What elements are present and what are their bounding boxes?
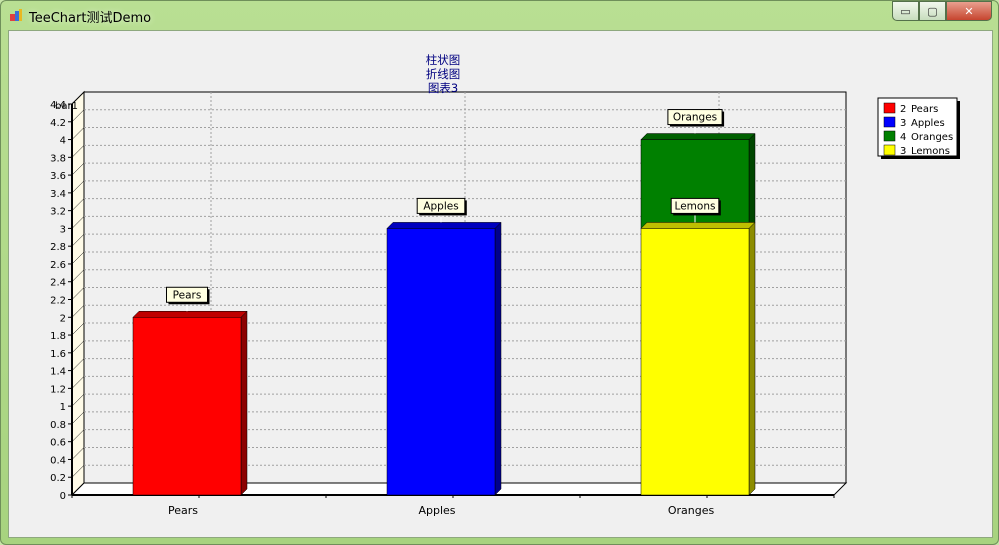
bar-side (748, 132, 756, 230)
mark-text: Apples (423, 200, 458, 212)
y-tick-label: 3.6 (50, 171, 66, 182)
y-tick-label: 2.4 (50, 278, 66, 289)
y-tick-label: 0.6 (50, 438, 66, 449)
y-tick-label: 1.8 (50, 331, 66, 342)
y-tick-label: 1.4 (50, 367, 66, 378)
chart-title-line: 折线图 (426, 67, 461, 81)
bar-side (748, 221, 756, 496)
legend-swatch (883, 144, 896, 156)
x-tick-label: Oranges (668, 504, 715, 517)
minimize-button[interactable]: ▭ (892, 1, 919, 21)
y-tick-label: 0.2 (50, 473, 66, 484)
legend-name: Pears (911, 104, 938, 115)
bar-side (240, 310, 248, 496)
app-window: TeeChart测试Demo ▭ ▢ ✕ 0 0.2 0.4 0.6 0.8 1 1.2 1.… (0, 0, 999, 545)
x-tick-label: Apples (418, 504, 455, 517)
bar-top (132, 311, 248, 318)
tee-chart[interactable]: 0 0.2 0.4 0.6 0.8 1 1.2 1.4 1.6 1.8 2 2.2 2.4 2.6 2.8 3… (9, 31, 992, 537)
bar-lemons (640, 221, 756, 496)
mark-text: Pears (173, 289, 202, 301)
y-tick-label: 0.4 (50, 455, 66, 466)
bar-side (494, 221, 502, 496)
bar-face (386, 228, 496, 496)
legend-swatch (883, 130, 896, 142)
y-tick-label: 1.2 (50, 384, 66, 395)
legend-name: Lemons (911, 146, 950, 157)
y-tick-label: 2.8 (50, 242, 66, 253)
y-tick-label: 3.8 (50, 153, 66, 164)
legend-name: Apples (911, 118, 945, 129)
y-tick-label: 1.6 (50, 349, 66, 360)
maximize-button[interactable]: ▢ (919, 1, 946, 21)
legend-swatch (883, 102, 896, 114)
y-tick-label: 4 (60, 136, 66, 147)
bar-apples (386, 221, 502, 496)
mark-text: Oranges (673, 112, 717, 124)
bar-pears (132, 310, 248, 496)
bar-top (640, 222, 756, 229)
close-button[interactable]: ✕ (946, 1, 992, 21)
y-tick-label: 3.2 (50, 207, 66, 218)
chart-title-line: 图表3 (428, 81, 458, 95)
legend-value: 3 (900, 118, 906, 129)
legend-name: Oranges (911, 132, 953, 143)
y-tick-label: 0.8 (50, 420, 66, 431)
axis-title: bar1 (55, 101, 78, 112)
mark-text: Lemons (675, 200, 716, 212)
legend-swatch (883, 116, 896, 128)
y-tick-label: 2.2 (50, 296, 66, 307)
legend-value: 2 (900, 104, 906, 115)
bar-top (386, 222, 502, 229)
y-tick-label: 3.4 (50, 189, 66, 200)
y-tick-label: 2 (60, 313, 66, 324)
y-tick-label: 2.6 (50, 260, 66, 271)
chart-title-line: 柱状图 (426, 53, 461, 67)
y-tick-label: 0 (60, 491, 66, 502)
legend-value: 3 (900, 146, 906, 157)
bar-face (640, 228, 750, 496)
y-tick-label: 4.2 (50, 118, 66, 129)
title-bar[interactable]: TeeChart测试Demo ▭ ▢ ✕ (1, 1, 998, 29)
window-controls: ▭ ▢ ✕ (892, 1, 992, 21)
y-tick-label: 3 (60, 224, 66, 235)
bar-top (640, 133, 756, 140)
chart-title: 柱状图折线图图表3 (426, 53, 461, 95)
window-title: TeeChart测试Demo (29, 11, 152, 26)
bar-face (132, 317, 242, 496)
legend-value: 4 (900, 132, 906, 143)
app-icon (10, 9, 22, 21)
chart-panel: 0 0.2 0.4 0.6 0.8 1 1.2 1.4 1.6 1.8 2 2.2 2.4 2.6 2.8 3… (8, 30, 993, 538)
x-tick-label: Pears (168, 504, 198, 517)
y-tick-label: 1 (60, 402, 66, 413)
chart-legend[interactable]: 2 Pears 3 Apples 4 Oranges 3 Lemons (877, 97, 960, 159)
